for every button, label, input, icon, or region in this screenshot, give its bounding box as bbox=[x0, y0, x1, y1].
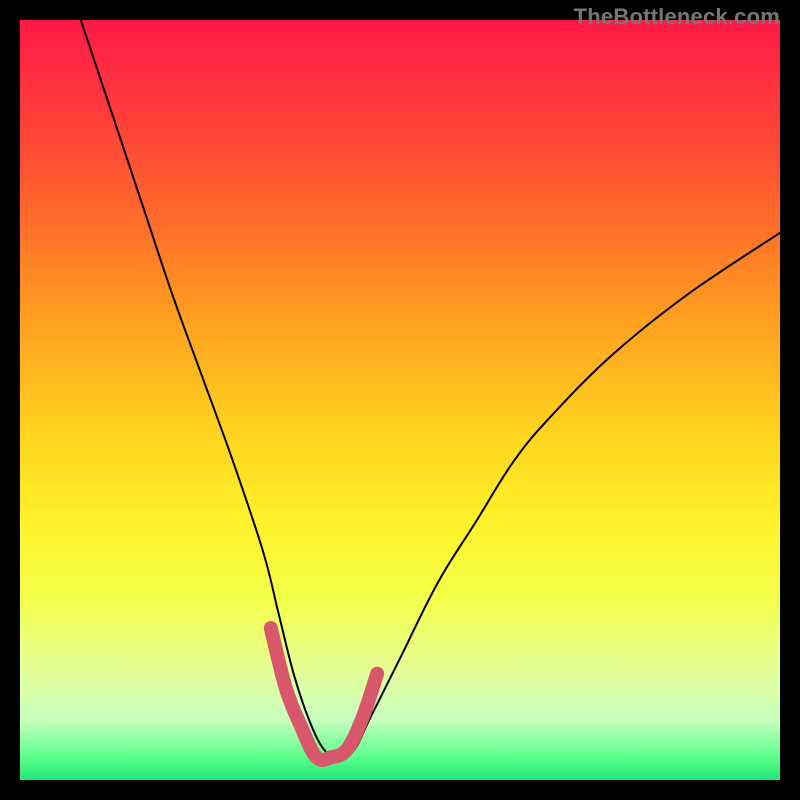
plot-area bbox=[20, 20, 780, 780]
chart-frame: TheBottleneck.com bbox=[0, 0, 800, 800]
watermark-text: TheBottleneck.com bbox=[574, 4, 780, 30]
chart-svg bbox=[20, 20, 780, 780]
bottleneck-curve bbox=[81, 20, 780, 757]
